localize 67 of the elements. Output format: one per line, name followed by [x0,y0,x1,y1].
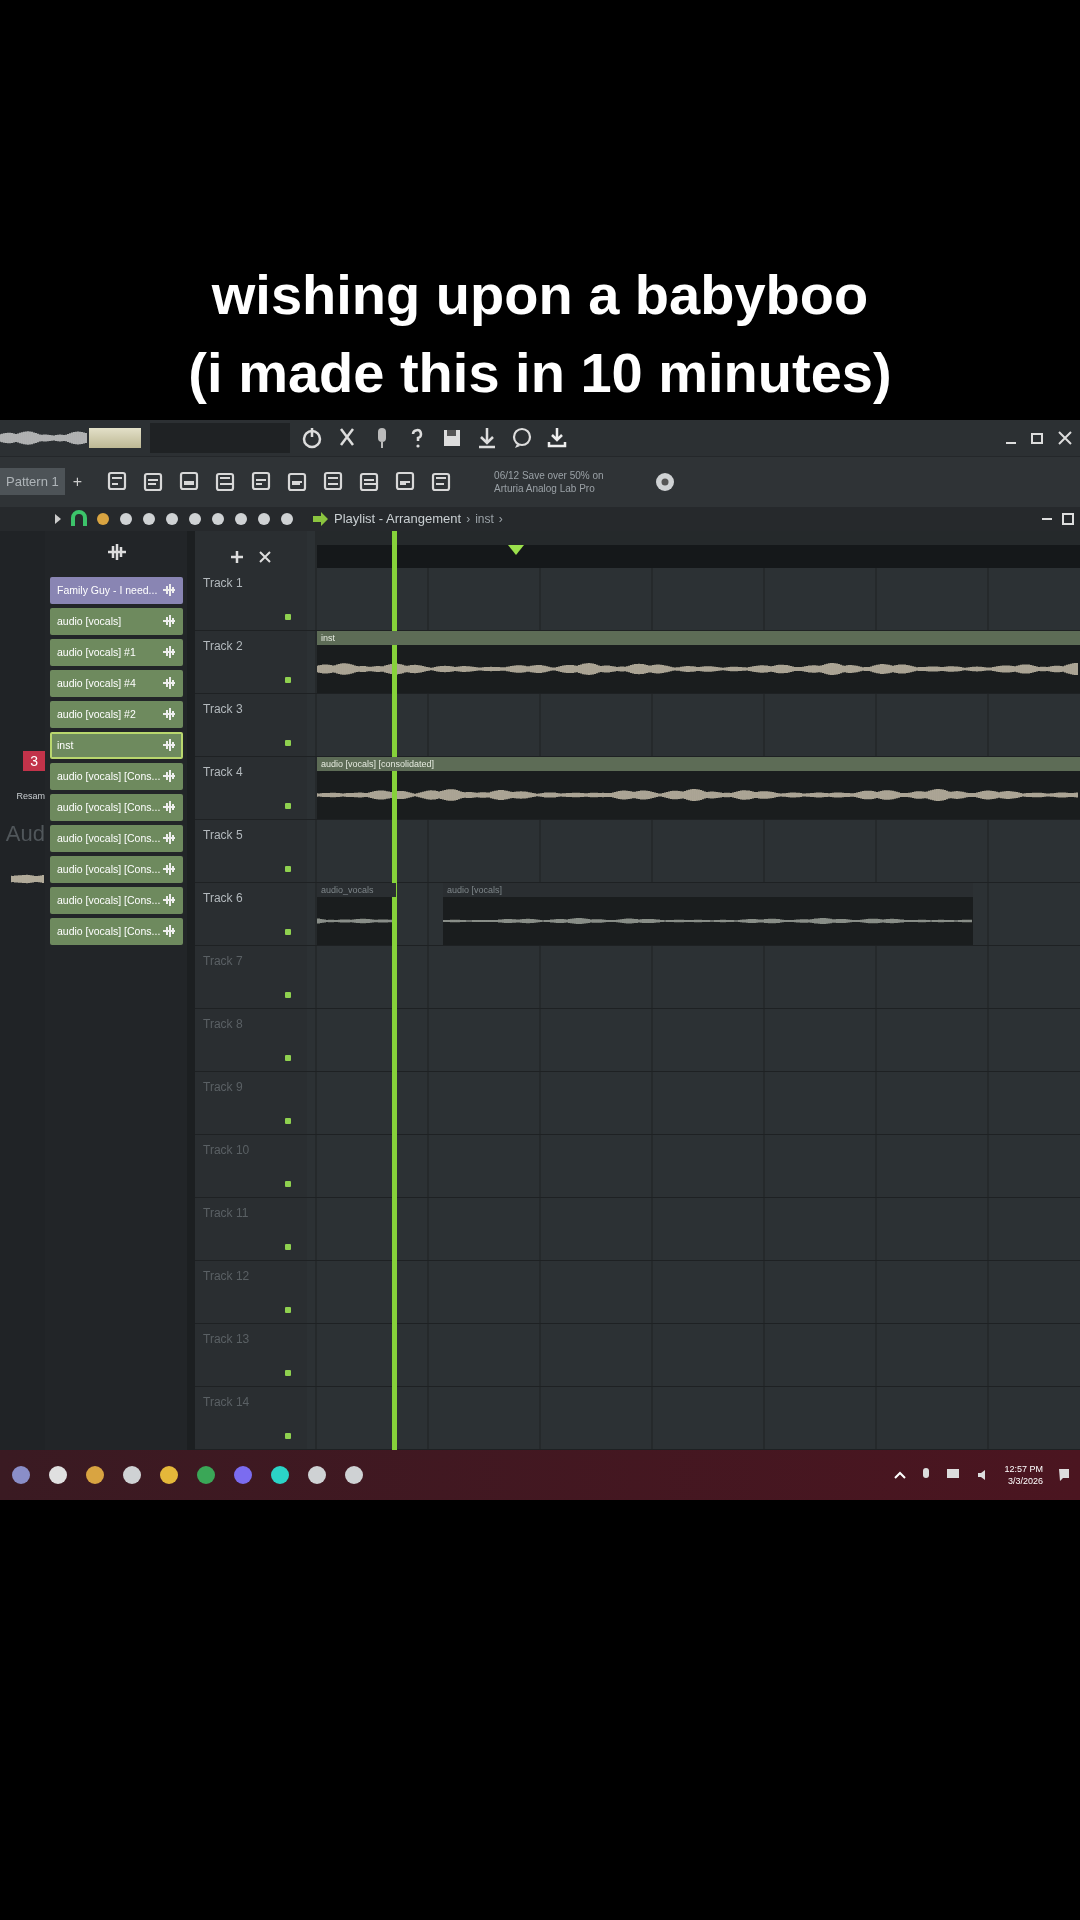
taskbar-clock[interactable]: 12:57 PM 3/3/2026 [1004,1463,1043,1487]
clip-source-item[interactable]: audio [vocals] [Cons... [50,824,183,852]
caption-text: wishing upon a babyboo [211,262,869,328]
playhead-marker-icon[interactable] [508,544,524,555]
chevron-up-icon[interactable] [894,1470,907,1480]
track-enable-toggle[interactable] [285,1369,291,1376]
track-name[interactable]: Track 6 [203,890,243,905]
playlist-arrow-icon[interactable] [311,509,329,528]
track-enable-toggle[interactable] [285,802,291,809]
track-enable-toggle[interactable] [285,1180,291,1187]
pattern-selector[interactable]: Pattern 1 [0,468,65,496]
audio-clip-icon [162,925,176,938]
clip-source-item[interactable]: audio [vocals] #4 [50,669,183,697]
breadcrumb[interactable]: › [498,511,503,526]
audio-clip-icon [162,646,176,659]
clip-source-item[interactable]: audio [vocals] [Cons... [50,886,183,914]
audio-clip-icon [162,770,176,783]
track-name[interactable]: Track 4 [203,764,243,779]
close-icon[interactable] [1056,428,1074,447]
audio-clip-icon[interactable] [105,542,128,561]
breadcrumb[interactable]: inst [475,511,494,526]
add-icon[interactable] [230,549,244,564]
maximize-icon[interactable] [1060,510,1076,527]
level-swatch [89,427,141,448]
track-enable-toggle[interactable] [285,613,291,620]
track-enable-toggle[interactable] [285,676,291,683]
insert-number[interactable]: 3 [23,750,45,771]
track-enable-toggle[interactable] [285,1243,291,1250]
clip-source-item[interactable]: audio [vocals] [50,607,183,635]
clip-source-item[interactable]: Family Guy - I need... [50,576,183,604]
audio-clip-icon [162,832,176,845]
track-enable-toggle[interactable] [285,991,291,998]
clip-source-item[interactable]: audio [vocals] [Cons... [50,855,183,883]
playlist-title: Playlist - Arrangement [334,511,462,527]
breadcrumb[interactable]: › [466,511,471,526]
track-name[interactable]: Track 2 [203,638,243,653]
track-enable-toggle[interactable] [285,1432,291,1439]
audio-clip-icon [162,615,176,628]
track-enable-toggle[interactable] [285,1117,291,1124]
clip-source-item[interactable]: audio [vocals] #1 [50,638,183,666]
track-name[interactable]: Track 1 [203,575,243,590]
audio-clip-icon [162,801,176,814]
clip-source-item[interactable]: audio [vocals] [Cons... [50,762,183,790]
clip-source-item[interactable]: audio [vocals] [Cons... [50,917,183,945]
audio-clip-icon [162,863,176,876]
audio-clip-icon [162,739,176,752]
clip-source-item[interactable]: inst [50,731,183,759]
close-icon[interactable] [258,549,272,564]
track-enable-toggle[interactable] [285,739,291,746]
news-hint: 06/12 Save over 50% on Arturia Analog Lab Pro [494,468,605,495]
track-enable-toggle[interactable] [285,865,291,872]
track-enable-toggle[interactable] [285,1306,291,1313]
audio-clip-icon [162,708,176,721]
clip-source-item[interactable]: audio [vocals] #2 [50,700,183,728]
magnet-icon[interactable] [69,509,89,528]
track-enable-toggle[interactable] [285,1054,291,1061]
notification-icon[interactable] [1058,1468,1070,1482]
audio-clip-icon [162,677,176,690]
track-name[interactable]: Track 5 [203,827,243,842]
clip-source-item[interactable]: audio [vocals] [Cons... [50,793,183,821]
caption-text: (i made this in 10 minutes) [188,340,892,406]
track-enable-toggle[interactable] [285,928,291,935]
resample-label: Resam [16,790,45,801]
track-name[interactable]: Track 3 [203,701,243,716]
audio-clip-icon [162,584,176,597]
add-pattern-button[interactable]: + [72,472,83,491]
audio-clip-icon [162,894,176,907]
